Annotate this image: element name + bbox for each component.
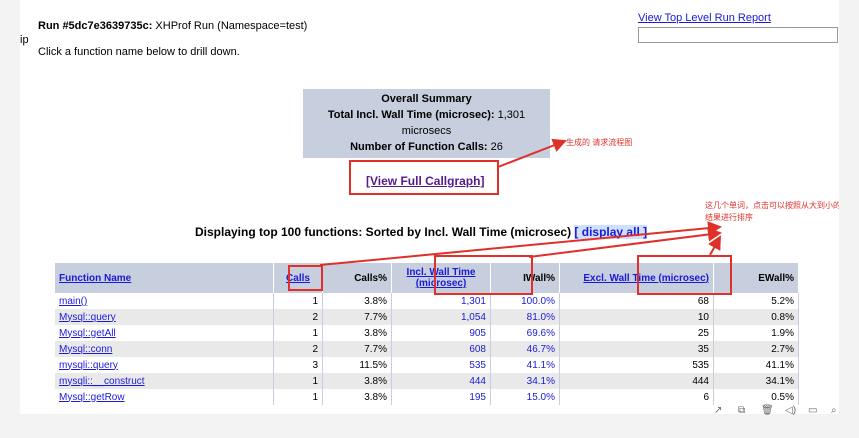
- calls-pct-cell: 3.8%: [322, 373, 392, 389]
- summary-wall-time: Total Incl. Wall Time (microsec): 1,301 …: [327, 109, 526, 137]
- function-name-link[interactable]: main(): [59, 296, 87, 307]
- ewall-pct-cell: 41.1%: [713, 357, 799, 373]
- view-callgraph-link[interactable]: [View Full Callgraph]: [366, 174, 484, 188]
- iwall-pct-cell: 81.0%: [490, 309, 560, 325]
- function-link[interactable]: Mysql::getAll: [55, 325, 274, 341]
- function-link[interactable]: Mysql::query: [55, 309, 274, 325]
- calls-pct-cell: 11.5%: [322, 357, 392, 373]
- incl-wall-cell: 1,301: [391, 293, 491, 309]
- run-input[interactable]: [638, 27, 838, 43]
- calls-cell: 2: [273, 309, 323, 325]
- excl-highlight-box: [637, 255, 732, 295]
- function-name-link[interactable]: Mysql::conn: [59, 344, 112, 355]
- calls-cell: 2: [273, 341, 323, 357]
- calls-cell: 1: [273, 373, 323, 389]
- ip-label: ip: [20, 34, 29, 46]
- page-card: Run #5dc7e3639735c: XHProf Run (Namespac…: [20, 0, 839, 414]
- incl-wall-cell: 444: [391, 373, 491, 389]
- excl-wall-cell: 444: [559, 373, 714, 389]
- excl-wall-cell: 25: [559, 325, 714, 341]
- function-name-link[interactable]: mysqli::__construct: [59, 376, 145, 387]
- iwall-pct-cell: 69.6%: [490, 325, 560, 341]
- calls-cell: 3: [273, 357, 323, 373]
- summary-function-calls: Number of Function Calls: 26: [350, 141, 503, 153]
- overall-summary: Overall Summary Total Incl. Wall Time (m…: [303, 89, 550, 158]
- delete-icon[interactable]: 🗑: [761, 405, 774, 416]
- function-name-link[interactable]: Mysql::getRow: [59, 392, 125, 403]
- sort-annotation: 这几个单词，点击可以按照从大到小的顺序将结果进行排序: [705, 201, 839, 222]
- excl-wall-cell: 535: [559, 357, 714, 373]
- calls-cell: 1: [273, 389, 323, 405]
- calls-pct-cell: 3.8%: [322, 293, 392, 309]
- calls-pct-cell: 3.8%: [322, 389, 392, 405]
- ewall-pct-cell: 34.1%: [713, 373, 799, 389]
- drill-down-hint: Click a function name below to drill dow…: [38, 46, 240, 58]
- table-row: Mysql::conn 2 7.7% 608 46.7% 35 2.7%: [55, 341, 799, 357]
- top-level-run-link[interactable]: View Top Level Run Report: [638, 12, 771, 24]
- arrow-excl: [708, 235, 721, 256]
- table-row: Mysql::getRow 1 3.8% 195 15.0% 6 0.5%: [55, 389, 799, 405]
- excl-wall-cell: 10: [559, 309, 714, 325]
- table-row: main() 1 3.8% 1,301 100.0% 68 5.2%: [55, 293, 799, 309]
- calls-pct-cell: 7.7%: [322, 341, 392, 357]
- table-row: Mysql::getAll 1 3.8% 905 69.6% 25 1.9%: [55, 325, 799, 341]
- iwall-pct-cell: 41.1%: [490, 357, 560, 373]
- audio-icon[interactable]: ◁): [785, 405, 796, 416]
- copy-icon[interactable]: ⧉: [738, 405, 745, 416]
- iwall-pct-cell: 46.7%: [490, 341, 560, 357]
- search-icon[interactable]: ⌕: [831, 405, 837, 416]
- iwall-pct-cell: 34.1%: [490, 373, 560, 389]
- incl-wall-cell: 1,054: [391, 309, 491, 325]
- col-calls-pct: Calls%: [322, 263, 392, 293]
- iwall-pct-cell: 100.0%: [490, 293, 560, 309]
- function-link[interactable]: main(): [55, 293, 274, 309]
- calls-cell: 1: [273, 325, 323, 341]
- function-link[interactable]: mysqli::query: [55, 357, 274, 373]
- incl-wall-cell: 905: [391, 325, 491, 341]
- excl-wall-cell: 6: [559, 389, 714, 405]
- function-name-link[interactable]: mysqli::query: [59, 360, 118, 371]
- incl-wall-cell: 535: [391, 357, 491, 373]
- callgraph-annotation: 生成的 请求流程图: [566, 138, 633, 147]
- display-all-link[interactable]: [ display all ]: [574, 225, 648, 239]
- table-row: Mysql::query 2 7.7% 1,054 81.0% 10 0.8%: [55, 309, 799, 325]
- excl-wall-cell: 68: [559, 293, 714, 309]
- ewall-pct-cell: 5.2%: [713, 293, 799, 309]
- window-icon[interactable]: ▭: [808, 405, 817, 416]
- iwall-pct-cell: 15.0%: [490, 389, 560, 405]
- table-row: mysqli::__construct 1 3.8% 444 34.1% 444 34.1%: [55, 373, 799, 389]
- calls-pct-cell: 7.7%: [322, 309, 392, 325]
- run-title: Run #5dc7e3639735c: XHProf Run (Namespac…: [38, 20, 308, 32]
- function-link[interactable]: Mysql::getRow: [55, 389, 274, 405]
- function-link[interactable]: mysqli::__construct: [55, 373, 274, 389]
- share-icon[interactable]: ↗: [714, 405, 722, 416]
- calls-cell: 1: [273, 293, 323, 309]
- col-function-name[interactable]: Function Name: [55, 263, 274, 293]
- summary-title: Overall Summary: [381, 93, 472, 105]
- incl-wall-cell: 195: [391, 389, 491, 405]
- ewall-pct-cell: 0.5%: [713, 389, 799, 405]
- table-row: mysqli::query 3 11.5% 535 41.1% 535 41.1%: [55, 357, 799, 373]
- ewall-pct-cell: 2.7%: [713, 341, 799, 357]
- calls-highlight-box: [288, 265, 323, 291]
- ewall-pct-cell: 1.9%: [713, 325, 799, 341]
- incl-wall-cell: 608: [391, 341, 491, 357]
- ewall-pct-cell: 0.8%: [713, 309, 799, 325]
- excl-wall-cell: 35: [559, 341, 714, 357]
- function-name-link[interactable]: Mysql::getAll: [59, 328, 116, 339]
- function-name-link[interactable]: Mysql::query: [59, 312, 116, 323]
- calls-pct-cell: 3.8%: [322, 325, 392, 341]
- display-heading: Displaying top 100 functions: Sorted by …: [195, 225, 648, 239]
- incl-highlight-box: [434, 255, 533, 295]
- function-link[interactable]: Mysql::conn: [55, 341, 274, 357]
